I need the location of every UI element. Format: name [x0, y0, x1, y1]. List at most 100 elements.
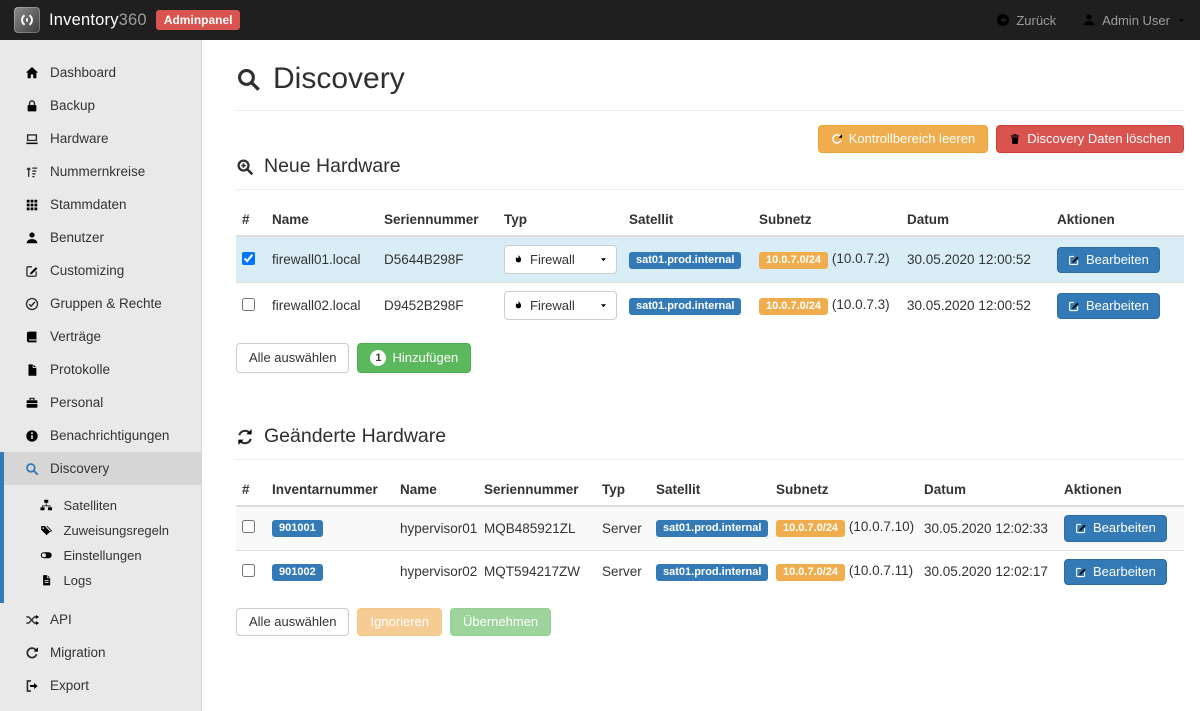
changed-hardware-section: Geänderte Hardware # Inventarnummer Name… — [236, 425, 1184, 636]
type-cell: Server — [602, 550, 656, 593]
clear-control-area-button[interactable]: Kontrollbereich leeren — [818, 125, 988, 153]
fire-icon — [513, 299, 524, 312]
ip-text: (10.0.7.11) — [849, 563, 913, 578]
column-header: Datum — [924, 474, 1064, 506]
name-cell: firewall02.local — [272, 283, 384, 329]
refresh-icon — [25, 646, 39, 660]
delete-discovery-data-button[interactable]: Discovery Daten löschen — [996, 125, 1184, 153]
name-cell: firewall01.local — [272, 236, 384, 283]
row-checkbox[interactable] — [242, 252, 255, 265]
date-cell: 30.05.2020 12:02:33 — [924, 506, 1064, 550]
brand-name[interactable]: Inventory360 — [49, 11, 147, 30]
column-header: Datum — [907, 204, 1057, 236]
sort-icon — [25, 165, 39, 179]
subnet-badge: 10.0.7.0/24 — [776, 564, 845, 581]
app-logo-icon[interactable] — [14, 7, 40, 33]
changed-hardware-title: Geänderte Hardware — [236, 425, 1184, 448]
ignore-button[interactable]: Ignorieren — [357, 608, 442, 636]
sync-icon — [236, 428, 254, 446]
ip-text: (10.0.7.3) — [832, 297, 890, 312]
column-header: Aktionen — [1057, 204, 1184, 236]
subnet-badge: 10.0.7.0/24 — [759, 298, 828, 315]
main-content: Discovery Kontrollbereich leeren Discove… — [202, 40, 1200, 711]
apply-button[interactable]: Übernehmen — [450, 608, 551, 636]
sidebar-item-migration[interactable]: Migration — [0, 636, 201, 669]
changed-hardware-table: # Inventarnummer Name Seriennummer Typ S… — [236, 474, 1184, 593]
sidebar-item-customizing[interactable]: Customizing — [0, 254, 201, 287]
sidebar-item-protokolle[interactable]: Protokolle — [0, 353, 201, 386]
sidebar-item-dashboard[interactable]: Dashboard — [0, 56, 201, 89]
date-cell: 30.05.2020 12:00:52 — [907, 236, 1057, 283]
chevron-down-icon — [599, 301, 608, 310]
brand-text: Inventory — [49, 11, 119, 29]
sidebar-item-zuweisungsregeln[interactable]: Zuweisungsregeln — [4, 518, 201, 543]
count-badge: 1 — [370, 350, 386, 366]
sidebar-item-einstellungen[interactable]: Einstellungen — [4, 543, 201, 568]
type-select[interactable]: Firewall — [504, 291, 617, 320]
back-button[interactable]: Zurück — [996, 13, 1056, 28]
laptop-icon — [25, 132, 39, 146]
sign-out-icon — [25, 679, 39, 693]
sidebar-item-personal[interactable]: Personal — [0, 386, 201, 419]
edit-icon — [1075, 566, 1087, 578]
column-header: Subnetz — [776, 474, 924, 506]
adminpanel-badge: Adminpanel — [156, 10, 241, 30]
sidebar-item-logs[interactable]: Logs — [4, 568, 201, 593]
row-checkbox[interactable] — [242, 520, 255, 533]
column-header: Subnetz — [759, 204, 907, 236]
sidebar-item-backup[interactable]: Backup — [0, 89, 201, 122]
user-icon — [1082, 13, 1096, 27]
back-label: Zurück — [1016, 13, 1056, 28]
info-circle-icon — [25, 429, 39, 443]
edit-button[interactable]: Bearbeiten — [1057, 293, 1160, 319]
row-checkbox[interactable] — [242, 298, 255, 311]
edit-button[interactable]: Bearbeiten — [1057, 247, 1160, 273]
sidebar-item-nummernkreise[interactable]: Nummernkreise — [0, 155, 201, 188]
refresh-icon — [831, 133, 843, 145]
sidebar-item-hardware[interactable]: Hardware — [0, 122, 201, 155]
column-header: Typ — [504, 204, 629, 236]
select-all-button[interactable]: Alle auswählen — [236, 343, 349, 373]
subnet-badge: 10.0.7.0/24 — [776, 520, 845, 537]
edit-button[interactable]: Bearbeiten — [1064, 515, 1167, 541]
search-plus-icon — [236, 158, 254, 176]
user-menu[interactable]: Admin User — [1082, 13, 1186, 28]
search-icon — [25, 462, 39, 476]
column-header: # — [236, 204, 272, 236]
sidebar-item-gruppen-rechte[interactable]: Gruppen & Rechte — [0, 287, 201, 320]
sidebar-item-stammdaten[interactable]: Stammdaten — [0, 188, 201, 221]
sidebar-item-discovery[interactable]: Discovery — [4, 452, 201, 485]
briefcase-icon — [25, 396, 39, 410]
sidebar-item-export[interactable]: Export — [0, 669, 201, 702]
chevron-down-icon — [1177, 16, 1186, 25]
file-icon — [25, 363, 39, 377]
add-button[interactable]: 1Hinzufügen — [357, 343, 471, 373]
sidebar-discovery-group: Discovery Satelliten Zuweisungsregeln Ei… — [0, 452, 201, 603]
sidebar-item-satelliten[interactable]: Satelliten — [4, 493, 201, 518]
sidebar-item-vertraege[interactable]: Verträge — [0, 320, 201, 353]
ip-text: (10.0.7.2) — [832, 251, 890, 266]
column-header: Satellit — [629, 204, 759, 236]
table-row: 901002 hypervisor02 MQT594217ZW Server s… — [236, 550, 1184, 593]
trash-icon — [1009, 133, 1021, 145]
column-header: Name — [272, 204, 384, 236]
edit-icon — [1068, 254, 1080, 266]
column-header: Seriennummer — [384, 204, 504, 236]
sitemap-icon — [40, 499, 53, 512]
sidebar-item-benachrichtigungen[interactable]: Benachrichtigungen — [0, 419, 201, 452]
column-header: Inventarnummer — [272, 474, 400, 506]
edit-button[interactable]: Bearbeiten — [1064, 559, 1167, 585]
row-checkbox[interactable] — [242, 564, 255, 577]
type-cell: Server — [602, 506, 656, 550]
sidebar-item-api[interactable]: API — [0, 603, 201, 636]
column-header: Aktionen — [1064, 474, 1184, 506]
type-select[interactable]: Firewall — [504, 245, 617, 274]
table-row: firewall01.local D5644B298F Firewall sat… — [236, 236, 1184, 283]
ip-text: (10.0.7.10) — [849, 519, 914, 534]
sidebar-item-benutzer[interactable]: Benutzer — [0, 221, 201, 254]
select-all-button[interactable]: Alle auswählen — [236, 608, 349, 636]
lock-icon — [25, 99, 39, 113]
date-cell: 30.05.2020 12:00:52 — [907, 283, 1057, 329]
check-circle-icon — [25, 297, 39, 311]
new-hardware-table: # Name Seriennummer Typ Satellit Subnetz… — [236, 204, 1184, 328]
